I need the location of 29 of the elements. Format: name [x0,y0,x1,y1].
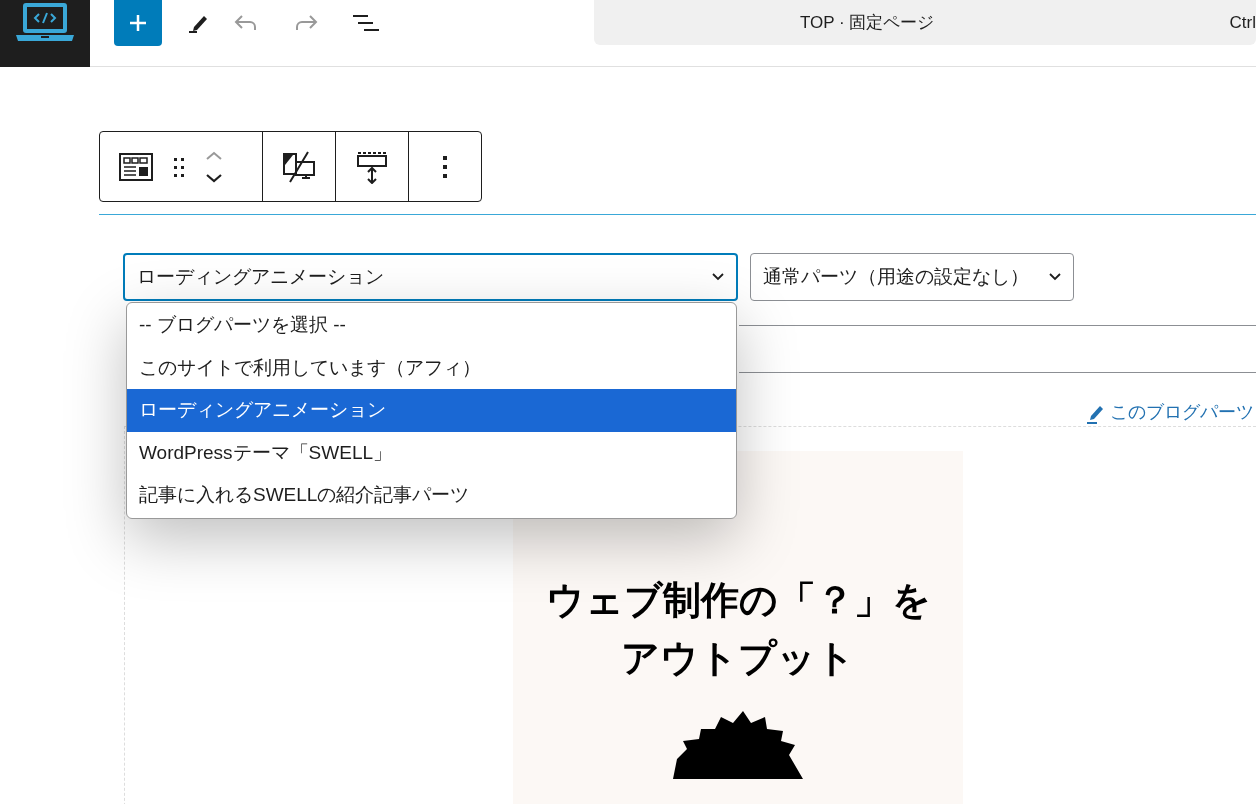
dropdown-option[interactable]: このサイトで利用しています（アフィ） [127,346,736,389]
dropdown-option[interactable]: ローディングアニメーション [127,389,736,432]
banner-heading: ウェブ制作の「？」を [545,577,931,624]
move-down-icon[interactable] [205,172,223,183]
command-bar[interactable]: TOP · 固定ページ Ctrl [594,0,1256,45]
move-up-icon[interactable] [205,150,223,161]
list-view-icon [352,13,380,33]
edit-parts-link[interactable]: このブログパーツ [1086,399,1256,426]
dropdown-option[interactable]: WordPressテーマ「SWELL」 [127,431,736,474]
banner-subheading: アウトプット [621,635,855,682]
more-vertical-icon [442,154,448,179]
plus-icon [128,13,148,33]
chevron-down-icon [712,273,724,281]
undo-icon [233,13,259,33]
dropdown-option[interactable]: 記事に入れるSWELLの紹介記事パーツ [127,474,736,517]
redo-icon [293,13,319,33]
add-block-button[interactable] [114,0,162,46]
shortcut-hint: Ctrl [1229,11,1256,34]
blog-parts-icon[interactable] [119,152,153,181]
height-adjust-icon [356,149,388,184]
drag-handle-icon[interactable] [172,155,186,178]
devices-slash-icon [282,149,316,184]
blog-parts-select[interactable]: ローディングアニメーション [123,253,738,301]
page-title: TOP · 固定ページ [800,11,935,34]
laptop-code-icon [15,2,75,44]
dropdown-option[interactable]: -- ブログパーツを選択 -- [127,304,736,347]
chevron-down-icon [1049,273,1061,281]
usage-select[interactable]: 通常パーツ（用途の設定なし） [750,253,1074,301]
site-logo[interactable] [0,0,90,67]
